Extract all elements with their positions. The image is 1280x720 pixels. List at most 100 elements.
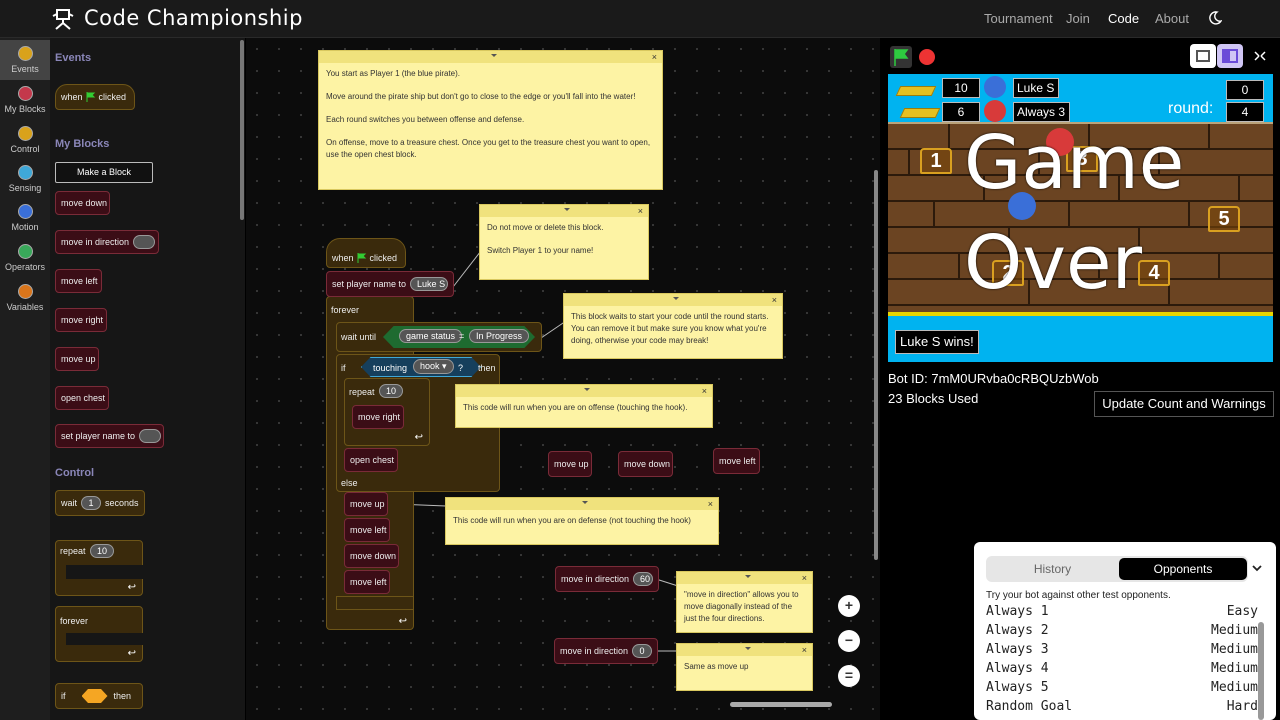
close-icon[interactable]: × (802, 572, 807, 584)
make-block-button[interactable]: Make a Block (55, 162, 153, 183)
comment-offense[interactable]: × This code will run when you are on off… (455, 384, 713, 428)
category-control[interactable]: Control (0, 120, 50, 160)
block-text: when (61, 92, 83, 102)
collapse-icon[interactable] (744, 575, 751, 581)
direction-slot[interactable] (133, 235, 156, 249)
collapse-icon[interactable] (564, 208, 570, 214)
move-up-block[interactable]: move up (55, 347, 99, 371)
update-count-button[interactable]: Update Count and Warnings (1094, 391, 1274, 417)
opponent-row[interactable]: Always 3 Medium (986, 642, 1258, 661)
game-stage[interactable]: 10 6 Luke S Always 3 0 round: 4 1 3 5 2 … (888, 74, 1273, 362)
close-icon[interactable]: × (638, 205, 643, 217)
zoom-in-icon[interactable]: + (838, 595, 860, 617)
move-up-block-loose[interactable]: move up (548, 451, 592, 477)
repeat-count[interactable]: 10 (379, 384, 404, 398)
workspace-horizontal-scrollbar[interactable] (730, 702, 832, 707)
move-left-block-loose[interactable]: move left (713, 448, 760, 474)
flyout-scrollbar[interactable] (240, 40, 244, 220)
close-icon[interactable]: × (652, 51, 657, 63)
brand-title[interactable]: Code Championship (84, 6, 303, 30)
set-player-name-block[interactable]: set player name to (55, 424, 164, 448)
wait-until-block[interactable]: wait until game status = In Progress (336, 322, 542, 352)
game-status-reporter[interactable]: game status (399, 329, 463, 343)
category-my-blocks[interactable]: My Blocks (0, 80, 50, 120)
comment-intro[interactable]: × You start as Player 1 (the blue pirate… (318, 50, 663, 190)
collapse-icon[interactable] (490, 54, 497, 60)
if-then-block[interactable]: if then (55, 683, 143, 709)
move-left-block[interactable]: move left (344, 518, 390, 542)
move-down-block-loose[interactable]: move down (618, 451, 673, 477)
category-operators[interactable]: Operators (0, 238, 50, 278)
opponent-row[interactable]: Always 2 Medium (986, 623, 1258, 642)
move-in-direction-60-block[interactable]: move in direction 60 (555, 566, 659, 592)
collapse-icon[interactable] (584, 388, 590, 394)
open-chest-block[interactable]: open chest (55, 386, 109, 410)
nav-code[interactable]: Code (1108, 11, 1139, 26)
status-value-input[interactable]: In Progress (469, 329, 530, 343)
close-icon[interactable]: × (802, 644, 807, 656)
wait-seconds-block[interactable]: wait 1 seconds (55, 490, 145, 516)
zoom-reset-icon[interactable]: = (838, 665, 860, 687)
opponents-scrollbar[interactable] (1258, 622, 1264, 720)
condition-slot[interactable] (81, 689, 108, 703)
direction-value[interactable]: 0 (632, 644, 653, 658)
gold-bar-icon (899, 108, 941, 118)
player-name-input[interactable]: Luke S (410, 277, 448, 291)
small-stage-icon[interactable] (1190, 44, 1216, 68)
category-motion[interactable]: Motion (0, 198, 50, 238)
forever-block[interactable]: forever ↩ (55, 606, 144, 662)
direction-value[interactable]: 60 (633, 572, 654, 586)
stop-icon[interactable] (919, 49, 935, 65)
comment-defense[interactable]: × This code will run when you are on def… (445, 497, 719, 545)
set-player-name-block[interactable]: set player name to Luke S (326, 271, 454, 297)
move-in-direction-0-block[interactable]: move in direction 0 (554, 638, 658, 664)
opponent-row[interactable]: Random Goal Hard (986, 699, 1258, 718)
nav-tournament[interactable]: Tournament (984, 11, 1053, 26)
chevron-down-icon[interactable] (1251, 562, 1263, 574)
close-icon[interactable]: × (702, 385, 707, 397)
comment-wait-until[interactable]: × This block waits to start your code un… (563, 293, 783, 359)
workspace-vertical-scrollbar[interactable] (874, 170, 878, 560)
collapse-icon[interactable] (673, 297, 679, 303)
tab-history[interactable]: History (986, 556, 1119, 582)
move-right-block[interactable]: move right (352, 405, 404, 429)
wait-value[interactable]: 1 (81, 496, 102, 510)
opponent-name: Always 5 (986, 680, 1049, 695)
move-down-block[interactable]: move down (55, 191, 110, 215)
name-slot[interactable] (139, 429, 162, 443)
repeat-count[interactable]: 10 (90, 544, 115, 558)
collapse-icon[interactable] (582, 501, 588, 507)
opponent-row[interactable]: Always 4 Medium (986, 661, 1258, 680)
comment-move-direction[interactable]: × "move in direction" allows you to move… (676, 571, 813, 633)
comment-same-as-move-up[interactable]: × Same as move up (676, 643, 813, 691)
comment-set-name[interactable]: × Do not move or delete this block. Switc… (479, 204, 649, 280)
when-flag-clicked-block[interactable]: when clicked (55, 84, 135, 110)
collapse-icon[interactable] (744, 647, 751, 653)
zoom-out-icon[interactable]: − (838, 630, 860, 652)
robot-logo-icon[interactable] (50, 8, 76, 30)
move-right-block[interactable]: move right (55, 308, 107, 332)
category-events[interactable]: Events (0, 40, 50, 80)
close-icon[interactable]: × (772, 294, 777, 306)
close-icon[interactable]: × (708, 498, 713, 510)
move-up-block[interactable]: move up (344, 492, 388, 516)
category-sensing[interactable]: Sensing (0, 159, 50, 199)
large-stage-icon[interactable] (1217, 44, 1243, 68)
fullscreen-icon[interactable] (1247, 44, 1273, 68)
nav-about[interactable]: About (1155, 11, 1189, 26)
category-variables[interactable]: Variables (0, 278, 50, 318)
move-down-block[interactable]: move down (344, 544, 399, 568)
move-in-direction-block[interactable]: move in direction (55, 230, 159, 254)
moon-icon[interactable] (1208, 11, 1222, 25)
nav-join[interactable]: Join (1066, 11, 1090, 26)
move-left-block[interactable]: move left (55, 269, 102, 293)
repeat-block[interactable]: repeat 10 ↩ (55, 540, 144, 596)
move-left-block[interactable]: move left (344, 570, 390, 594)
open-chest-block[interactable]: open chest (344, 448, 398, 472)
hook-dropdown[interactable]: hook ▾ (413, 359, 454, 374)
opponent-row[interactable]: Always 1 Easy (986, 604, 1258, 623)
when-flag-clicked-hat[interactable]: when clicked (326, 238, 406, 268)
tab-opponents[interactable]: Opponents (1119, 558, 1247, 580)
opponent-row[interactable]: Always 5 Medium (986, 680, 1258, 699)
green-flag-run-icon[interactable] (890, 46, 912, 68)
